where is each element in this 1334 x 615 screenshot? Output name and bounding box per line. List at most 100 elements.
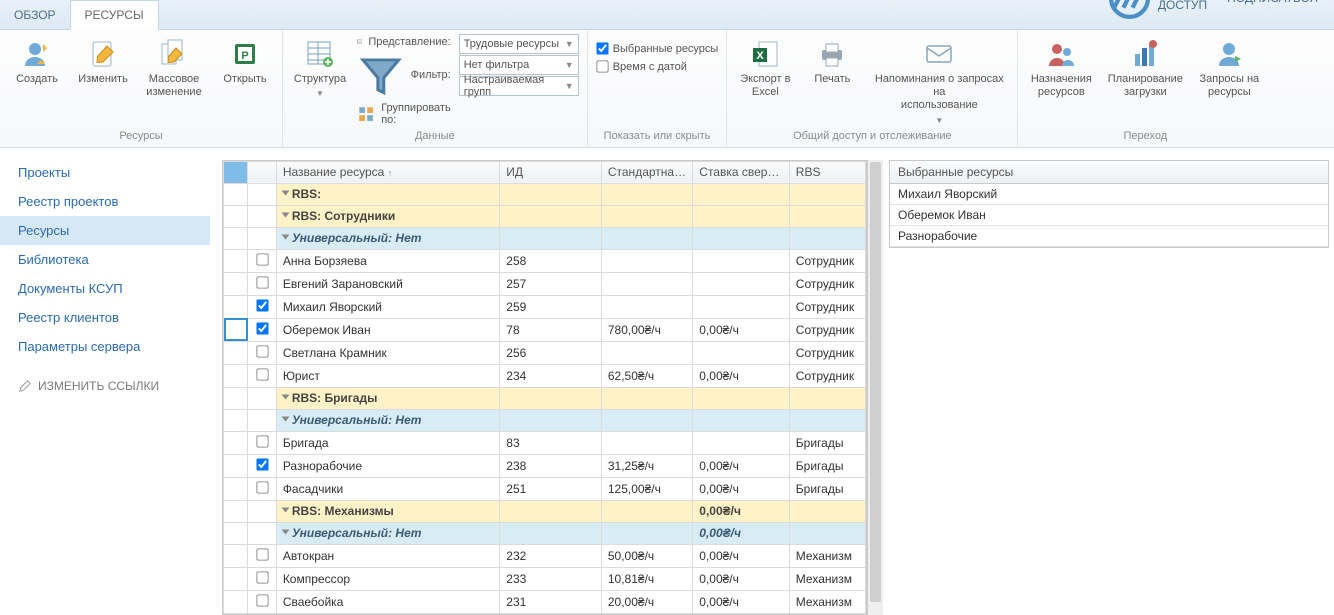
col-select-header[interactable] — [224, 161, 248, 183]
table-row[interactable]: Компрессор23310,81₴/ч0,00₴/чМеханизм — [224, 567, 866, 590]
print-icon — [816, 38, 848, 70]
assign-button[interactable]: Назначения ресурсов — [1026, 34, 1096, 99]
row-checkbox[interactable] — [256, 435, 268, 447]
chart-icon — [1129, 38, 1161, 70]
table-row[interactable]: Разнорабочие23831,25₴/ч0,00₴/чБригады — [224, 454, 866, 477]
tab-resources[interactable]: РЕСУРСЫ — [70, 0, 159, 30]
chk-time-date[interactable]: Время с датой — [596, 58, 719, 75]
res-req-button[interactable]: Запросы на ресурсы — [1194, 34, 1264, 99]
chk-selected-resources[interactable]: Выбранные ресурсы — [596, 40, 719, 57]
chk-selected-label: Выбранные ресурсы — [613, 43, 719, 55]
create-button[interactable]: Создать — [8, 34, 66, 86]
table-row[interactable]: Автокран23250,00₴/ч0,00₴/чМеханизм — [224, 544, 866, 567]
svg-text:X: X — [757, 50, 765, 62]
row-checkbox[interactable] — [256, 253, 268, 265]
create-icon — [21, 38, 53, 70]
export-excel-label: Экспорт в Excel — [740, 73, 790, 99]
open-button[interactable]: P Открыть — [216, 34, 274, 86]
bulk-edit-label: Массовое изменение — [146, 73, 201, 99]
col-id-header[interactable]: ИД — [500, 161, 602, 183]
row-checkbox[interactable] — [256, 548, 268, 560]
nav-item[interactable]: Библиотека — [0, 245, 210, 274]
res-req-label: Запросы на ресурсы — [1200, 73, 1260, 99]
structure-button[interactable]: Структура ▼ — [291, 34, 349, 99]
filter-label: Фильтр: — [411, 67, 451, 83]
row-checkbox[interactable] — [256, 345, 268, 357]
print-button[interactable]: Печать — [803, 34, 861, 86]
filter-combo[interactable]: Нет фильтра▼ — [459, 55, 579, 75]
nav-item[interactable]: Документы КСУП — [0, 274, 210, 303]
col-over-header[interactable]: Ставка сверхур — [693, 161, 790, 183]
group-value: Настраиваемая групп — [464, 74, 565, 98]
grid-scrollbar[interactable] — [867, 160, 883, 615]
remind-button[interactable]: Напоминания о запросах на использование … — [869, 34, 1009, 125]
col-rbs-header[interactable]: RBS — [789, 161, 865, 183]
subscribe-label: ПОДПИСАТЬСЯ — [1227, 0, 1318, 5]
edit-button[interactable]: Изменить — [74, 34, 132, 86]
structure-icon — [304, 38, 336, 70]
table-row[interactable]: Юрист23462,50₴/ч0,00₴/чСотрудник — [224, 364, 866, 387]
group-resources-label: Ресурсы — [8, 128, 274, 145]
row-checkbox[interactable] — [256, 276, 268, 288]
row-checkbox[interactable] — [256, 299, 268, 311]
scroll-thumb[interactable] — [870, 162, 881, 602]
excel-icon: X — [749, 38, 781, 70]
table-row[interactable]: Бригада83Бригады — [224, 431, 866, 454]
view-label: Представление: — [368, 34, 450, 50]
tab-overview[interactable]: ОБЗОР — [0, 1, 70, 29]
assign-label: Назначения ресурсов — [1031, 73, 1092, 99]
col-name-header[interactable]: Название ресурса ↑ — [276, 161, 499, 183]
row-checkbox[interactable] — [256, 458, 268, 470]
edit-links[interactable]: ИЗМЕНИТЬ ССЫЛКИ — [0, 371, 210, 401]
edit-icon — [87, 38, 119, 70]
pencil-icon — [18, 379, 32, 393]
view-value: Трудовые ресурсы — [464, 38, 559, 50]
bulk-edit-button[interactable]: Массовое изменение — [140, 34, 208, 99]
share-label: ОБЩИЙ ДОСТУП — [1158, 0, 1207, 12]
row-checkbox[interactable] — [256, 594, 268, 606]
table-row[interactable]: Сваебойка23120,00₴/ч0,00₴/чМеханизм — [224, 590, 866, 613]
table-row[interactable]: Светлана Крамник256Сотрудник — [224, 341, 866, 364]
table-row[interactable]: Оберемок Иван78780,00₴/ч0,00₴/чСотрудник — [224, 318, 866, 341]
open-label: Открыть — [223, 73, 266, 86]
ribbon: Создать Изменить Массовое изменение P От… — [0, 30, 1334, 148]
row-checkbox[interactable] — [256, 368, 268, 380]
subscribe-link[interactable]: ПОДПИСАТЬСЯ — [1217, 0, 1324, 29]
table-row[interactable]: Анна Борзяева258Сотрудник — [224, 249, 866, 272]
table-row[interactable]: Михаил Яворский259Сотрудник — [224, 295, 866, 318]
row-checkbox[interactable] — [256, 322, 268, 334]
selected-resources-list: Михаил ЯворскийОберемок ИванРазнорабочие — [889, 184, 1329, 248]
nav-item[interactable]: Ресурсы — [0, 216, 210, 245]
col-std-header[interactable]: Стандартная ст — [601, 161, 692, 183]
row-checkbox[interactable] — [256, 571, 268, 583]
filter-icon — [357, 51, 405, 99]
left-nav: ПроектыРеестр проектовРесурсыБиблиотекаД… — [0, 148, 210, 615]
selected-resource-item[interactable]: Оберемок Иван — [890, 205, 1328, 226]
load-plan-label: Планирование загрузки — [1108, 73, 1183, 99]
filter-value: Нет фильтра — [464, 59, 530, 71]
selected-resource-item[interactable]: Михаил Яворский — [890, 184, 1328, 205]
chk-selected-input[interactable] — [596, 42, 608, 54]
load-plan-button[interactable]: Планирование загрузки — [1104, 34, 1186, 99]
selected-resource-item[interactable]: Разнорабочие — [890, 226, 1328, 247]
structure-label: Структура — [294, 73, 346, 86]
selected-resources-pane: Выбранные ресурсы Михаил ЯворскийОберемо… — [889, 160, 1329, 615]
group-combo[interactable]: Настраиваемая групп▼ — [459, 76, 579, 96]
nav-item[interactable]: Параметры сервера — [0, 332, 210, 361]
table-row[interactable]: Евгений Зарановский257Сотрудник — [224, 272, 866, 295]
group-icon — [357, 105, 375, 123]
group-goto-label: Переход — [1026, 128, 1264, 145]
col-check-header[interactable] — [248, 161, 276, 183]
row-checkbox[interactable] — [256, 481, 268, 493]
chk-time-date-input[interactable] — [596, 60, 608, 72]
remind-label: Напоминания о запросах на использование — [869, 73, 1009, 113]
view-icon — [357, 39, 362, 44]
export-excel-button[interactable]: X Экспорт в Excel — [735, 34, 795, 99]
selected-resources-header: Выбранные ресурсы — [889, 160, 1329, 184]
table-row[interactable]: Фасадчики251125,00₴/ч0,00₴/чБригады — [224, 477, 866, 500]
view-combo[interactable]: Трудовые ресурсы▼ — [459, 34, 579, 54]
nav-item[interactable]: Проекты — [0, 158, 210, 187]
nav-item[interactable]: Реестр клиентов — [0, 303, 210, 332]
nav-item[interactable]: Реестр проектов — [0, 187, 210, 216]
share-link[interactable]: ОБЩИЙ ДОСТУП — [1099, 0, 1213, 29]
